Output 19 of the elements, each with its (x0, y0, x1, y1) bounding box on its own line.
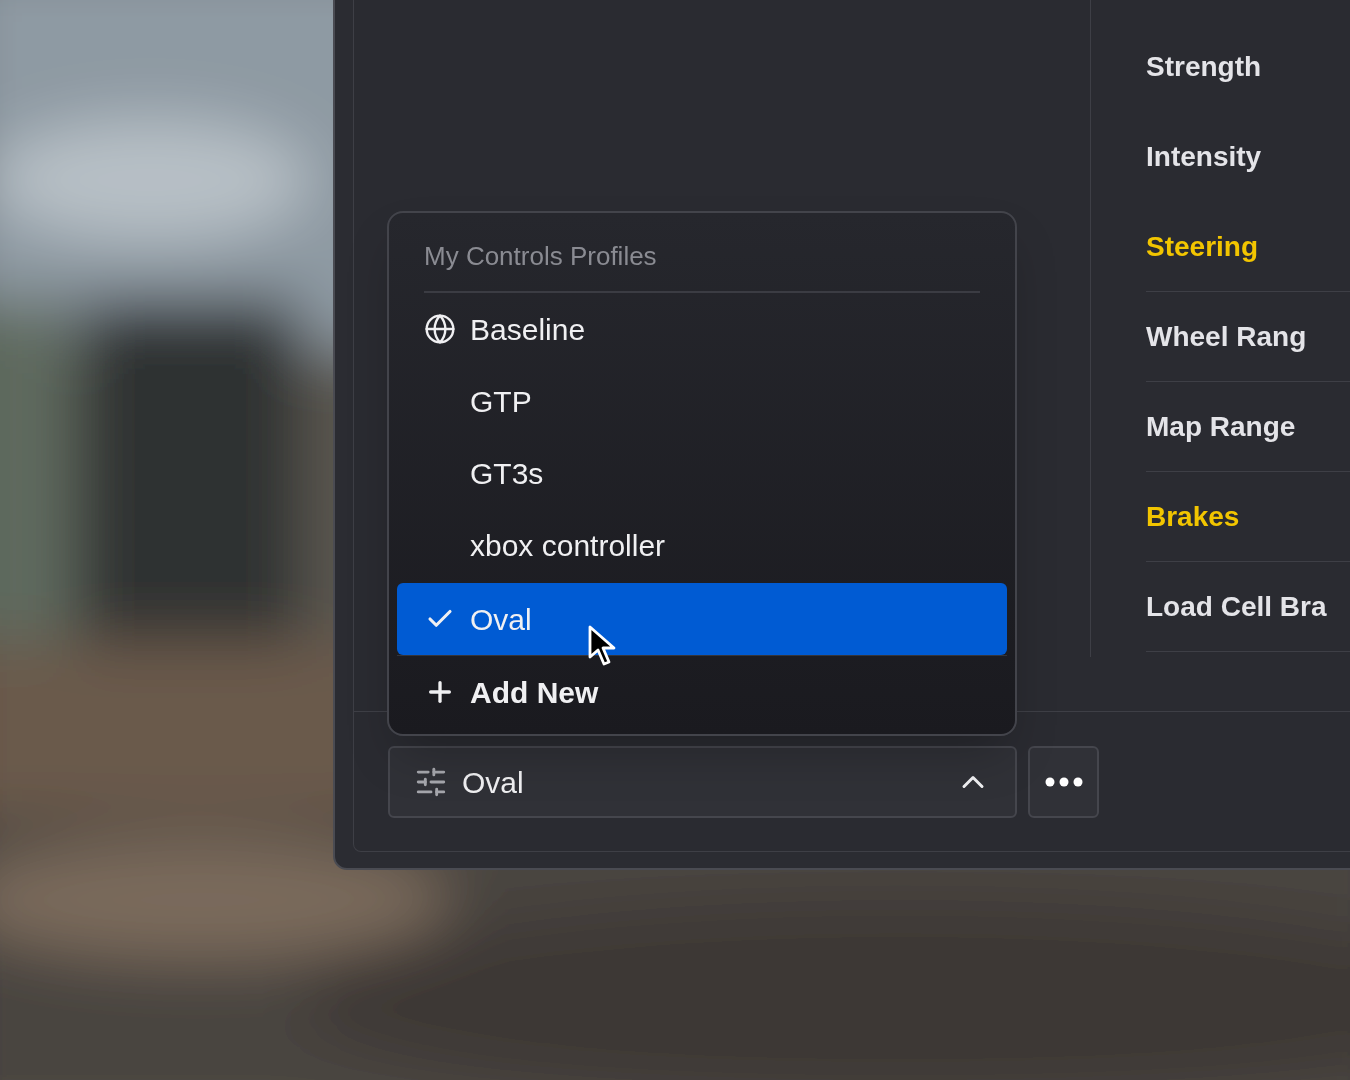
menu-item[interactable]: Wheel Rang (1146, 315, 1307, 358)
profile-option[interactable]: Baseline (397, 293, 1007, 365)
add-new-button[interactable]: Add New (397, 656, 1007, 728)
profile-option[interactable]: GT3s (397, 437, 1007, 509)
menu-item[interactable]: Load Cell Bra (1146, 585, 1327, 628)
sliders-icon (414, 765, 448, 799)
globe-icon (424, 313, 456, 345)
menu-item[interactable]: Strength (1146, 46, 1262, 88)
more-icon (1044, 777, 1083, 787)
menu-item[interactable]: Steering (1146, 225, 1259, 268)
profile-option[interactable]: GTP (397, 365, 1007, 437)
more-button[interactable] (1028, 746, 1099, 818)
profile-option[interactable]: Oval (397, 583, 1007, 655)
profile-option[interactable]: xbox controller (397, 509, 1007, 581)
menu-item[interactable]: Intensity (1146, 136, 1262, 178)
menu-title: My Controls Profiles (424, 239, 657, 273)
menu-item[interactable]: Brakes (1146, 495, 1240, 538)
profile-select[interactable]: Oval (388, 746, 1017, 818)
menu-item[interactable]: Map Range (1146, 405, 1296, 448)
